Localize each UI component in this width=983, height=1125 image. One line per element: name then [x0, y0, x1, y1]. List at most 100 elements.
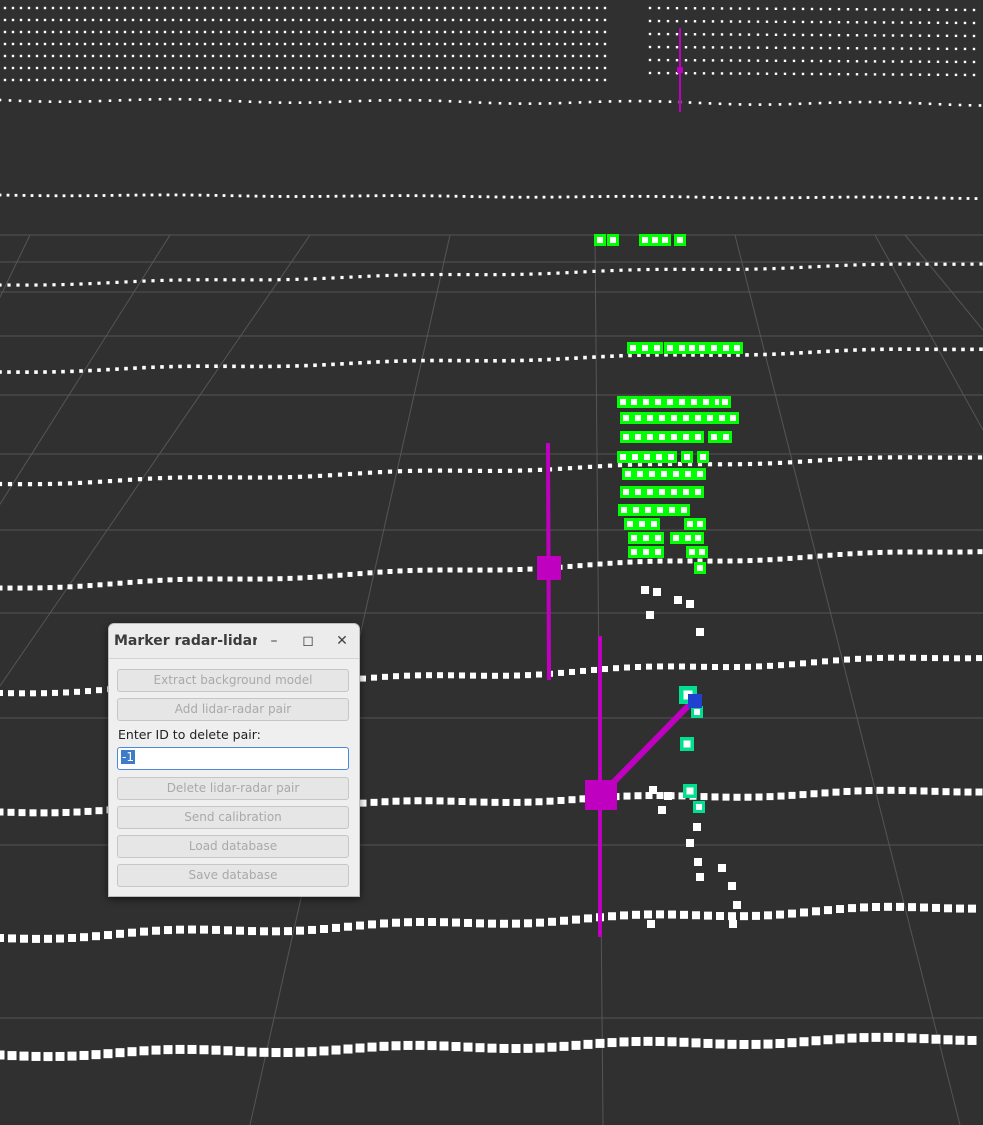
lidar-point	[720, 59, 724, 62]
lidar-point	[104, 931, 112, 940]
dialog-titlebar[interactable]: Marker radar-lidar... – ◻ ✕	[109, 624, 359, 659]
lidar-point	[217, 475, 223, 480]
extract-background-button[interactable]: Extract background model	[117, 669, 349, 692]
lidar-point	[666, 71, 670, 75]
lidar-point	[523, 66, 527, 70]
lidar-point	[34, 283, 38, 287]
cluster-point-core	[707, 415, 713, 421]
lidar-point	[608, 100, 612, 103]
lidar-point	[910, 654, 916, 661]
lidar-point	[304, 277, 308, 281]
lidar-point	[259, 18, 263, 22]
lidar-point	[517, 468, 523, 473]
lidar-point	[936, 8, 940, 11]
lidar-point	[747, 33, 751, 36]
lidar-point	[488, 101, 492, 105]
lidar-point	[35, 78, 39, 82]
lidar-point	[268, 364, 272, 369]
lidar-point	[270, 194, 274, 198]
lidar-point	[918, 73, 922, 76]
lidar-point	[738, 7, 742, 10]
lidar-point	[970, 262, 974, 266]
lidar-point	[259, 364, 263, 369]
lidar-point	[788, 791, 796, 799]
lidar-point	[687, 558, 693, 564]
lidar-point	[502, 195, 506, 199]
lidar-point	[957, 455, 963, 460]
lidar-point	[475, 358, 479, 363]
lidar-point	[534, 195, 538, 199]
lidar-point	[467, 42, 471, 46]
lidar-point	[344, 922, 352, 931]
cluster-point-core	[661, 471, 667, 477]
lidar-point	[579, 6, 583, 10]
lidar-point	[563, 54, 567, 58]
lidar-point	[587, 78, 591, 82]
lidar-point	[219, 42, 223, 46]
lidar-point	[968, 103, 972, 107]
minimize-icon[interactable]: –	[257, 626, 291, 656]
lidar-point	[211, 30, 215, 34]
lidar-point	[488, 919, 496, 928]
lidar-point	[247, 576, 253, 582]
lidar-point	[810, 7, 814, 11]
lidar-point	[59, 30, 63, 34]
delete-pair-button[interactable]: Delete lidar-radar pair	[117, 777, 349, 800]
lidar-point	[211, 42, 215, 46]
lidar-cluster-points	[594, 234, 743, 574]
lidar-point	[147, 66, 151, 70]
lidar-point	[363, 6, 367, 10]
lidar-point	[387, 18, 391, 22]
lidar-point	[807, 554, 813, 560]
lidar-point	[99, 66, 103, 70]
lidar-point	[572, 915, 580, 924]
lidar-point	[694, 858, 702, 866]
lidar-point	[211, 1045, 221, 1055]
lidar-point	[691, 267, 695, 271]
lidar-point	[729, 33, 733, 36]
lidar-point	[515, 6, 519, 10]
lidar-point	[187, 475, 193, 480]
lidar-point	[848, 100, 852, 104]
load-database-button[interactable]: Load database	[117, 835, 349, 858]
delete-id-input[interactable]: -1	[117, 747, 349, 770]
lidar-point	[708, 102, 712, 105]
lidar-point	[954, 60, 958, 64]
lidar-point	[171, 30, 175, 34]
cluster-point-core	[695, 489, 701, 495]
lidar-point	[555, 6, 559, 10]
lidar-point	[363, 42, 367, 46]
lidar-point	[797, 555, 803, 561]
lidar-point	[667, 1037, 677, 1047]
lidar-point	[846, 8, 850, 11]
lidar-point	[7, 808, 15, 816]
lidar-point	[679, 663, 685, 670]
send-calibration-button[interactable]: Send calibration	[117, 806, 349, 829]
lidar-point	[827, 457, 833, 462]
lidar-point	[547, 30, 551, 34]
lidar-point	[475, 78, 479, 82]
lidar-point	[926, 196, 930, 200]
lidar-point	[711, 20, 715, 23]
maximize-icon[interactable]: ◻	[291, 626, 325, 656]
rviz-3d-viewport[interactable]	[0, 0, 983, 1125]
lidar-point	[833, 657, 839, 664]
lidar-point	[503, 672, 509, 679]
lidar-point	[837, 551, 843, 557]
lidar-point	[19, 690, 25, 697]
lidar-point	[810, 46, 814, 50]
lidar-point	[963, 73, 967, 77]
lidar-point	[877, 654, 883, 661]
lidar-point	[251, 6, 255, 10]
lidar-point	[587, 18, 591, 22]
lidar-point	[958, 103, 962, 107]
lidar-point	[571, 78, 575, 82]
cluster-point-core	[683, 434, 689, 440]
lidar-point	[307, 66, 311, 70]
lidar-point	[164, 926, 172, 935]
lidar-point	[387, 42, 391, 46]
close-icon[interactable]: ✕	[325, 626, 359, 656]
save-database-button[interactable]: Save database	[117, 864, 349, 887]
lidar-point	[427, 78, 431, 82]
add-pair-button[interactable]: Add lidar-radar pair	[117, 698, 349, 721]
